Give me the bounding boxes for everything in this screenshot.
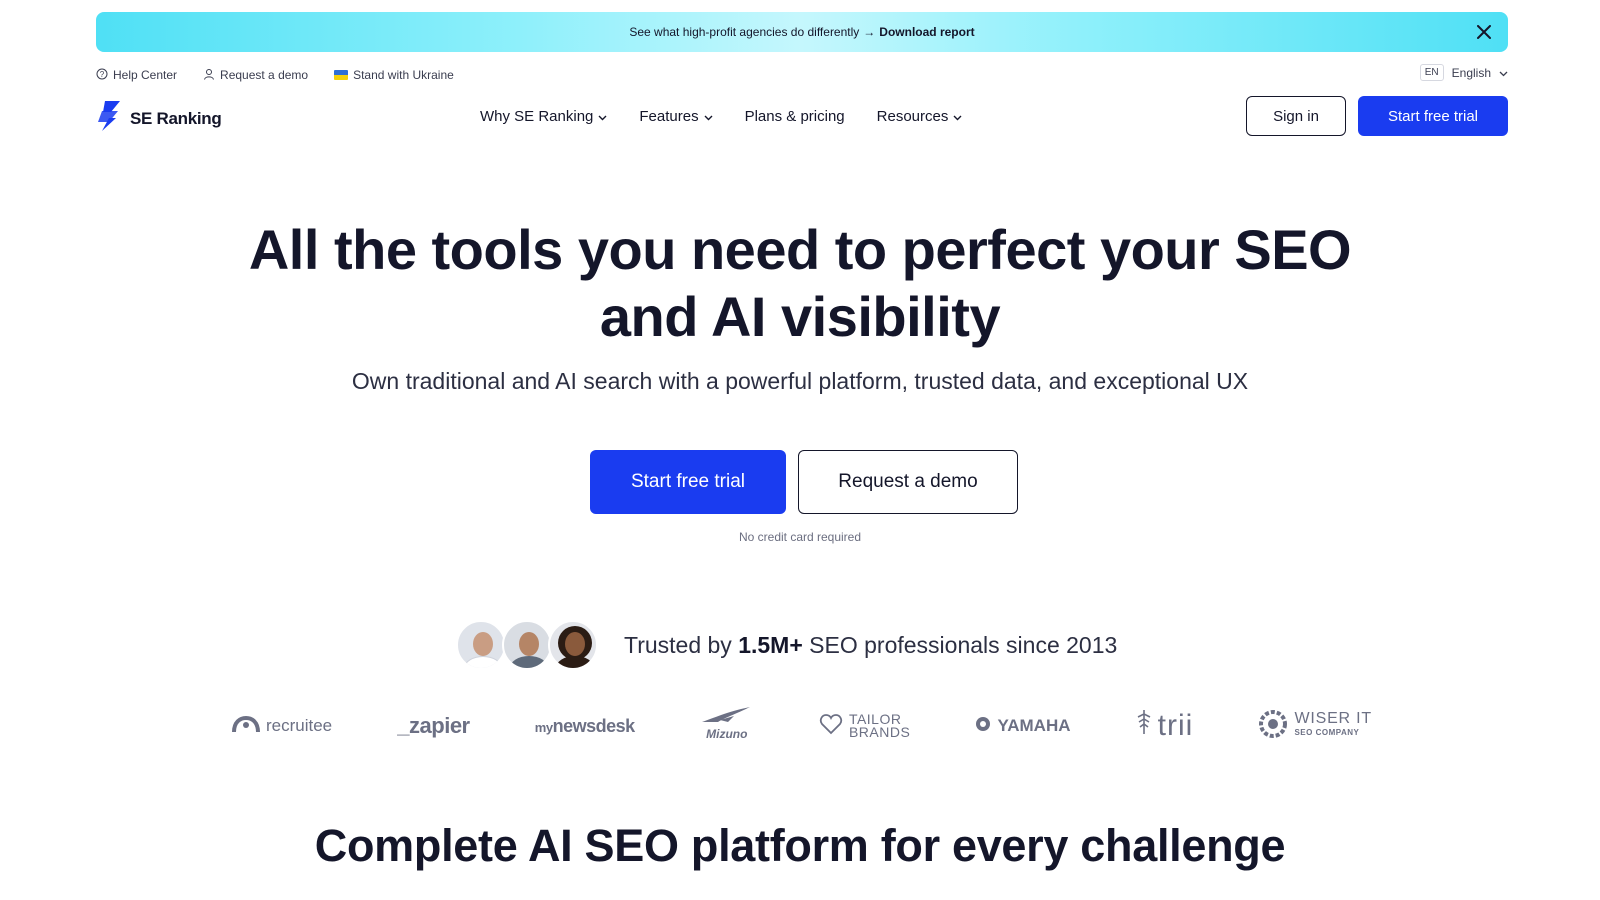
brand-logo[interactable]: SE Ranking <box>96 101 222 136</box>
close-icon[interactable] <box>1474 22 1494 42</box>
start-free-trial-nav-button[interactable]: Start free trial <box>1358 96 1508 136</box>
zapier-logo: _zapier <box>397 706 470 746</box>
arrow-right-icon: → <box>863 25 876 39</box>
help-circle-icon: ? <box>96 68 108 83</box>
trusted-prefix: Trusted by <box>624 631 739 658</box>
tree-icon <box>1136 709 1152 743</box>
mizuno-wordmark: Mizuno <box>706 727 748 741</box>
ukraine-flag-icon <box>334 70 349 80</box>
brand-name: SE Ranking <box>130 108 222 128</box>
language-selector[interactable]: EN English <box>1419 64 1508 81</box>
trii-logo: trii <box>1136 706 1194 746</box>
hero-title: All the tools you need to perfect your S… <box>0 216 1600 350</box>
tailor-heart-icon <box>819 712 843 741</box>
tailor-brands-line-2: BRANDS <box>848 724 911 740</box>
hero-title-line-1: All the tools you need to perfect your S… <box>248 218 1352 281</box>
avatar <box>456 620 506 670</box>
banner-download-link[interactable]: Download report <box>879 25 974 39</box>
nav-item-features[interactable]: Features <box>639 107 713 125</box>
request-demo-label: Request a demo <box>220 68 309 82</box>
nav-item-resources[interactable]: Resources <box>877 108 963 125</box>
chevron-down-icon <box>953 108 962 125</box>
mynewsdesk-logo: mynewsdesk <box>535 706 635 746</box>
yamaha-logo: YAMAHA <box>975 706 1071 746</box>
start-free-trial-hero-button[interactable]: Start free trial <box>590 450 786 514</box>
mizuno-logo: Mizuno <box>700 706 754 746</box>
zapier-wordmark: _zapier <box>397 713 470 738</box>
wiser-gear-icon <box>1258 709 1288 744</box>
tailor-brands-logo: TAILOR BRANDS <box>819 706 910 746</box>
request-demo-link[interactable]: Request a demo <box>203 68 308 83</box>
banner-text: See what high-profit agencies do differe… <box>629 25 860 39</box>
lightning-logo-icon <box>96 101 124 136</box>
recruitee-logo: recruitee <box>232 706 332 746</box>
nav-item-label: Plans & pricing <box>744 107 845 125</box>
stand-with-ukraine-link[interactable]: Stand with Ukraine <box>334 68 454 82</box>
wiser-it-logo: WISER IT SEO COMPANY <box>1258 706 1372 746</box>
trusted-by-text: Trusted by 1.5M+ SEO professionals since… <box>624 632 1117 659</box>
avatar <box>548 620 598 670</box>
mizuno-runbird-icon <box>700 706 754 727</box>
announcement-banner: See what high-profit agencies do differe… <box>96 12 1508 52</box>
nav-menu: Why SE Ranking Features Plans & pricing … <box>480 96 962 136</box>
nav-item-plans-pricing[interactable]: Plans & pricing <box>745 108 845 125</box>
recruitee-mark-icon <box>232 714 260 739</box>
main-nav: SE Ranking Why SE Ranking Features Plans… <box>96 96 1508 136</box>
no-credit-card-note: No credit card required <box>738 530 862 544</box>
request-demo-hero-button[interactable]: Request a demo <box>798 450 1018 514</box>
chevron-down-icon <box>1499 66 1508 80</box>
yamaha-tuning-fork-icon <box>975 716 991 737</box>
chevron-down-icon <box>704 108 713 125</box>
help-center-link[interactable]: ? Help Center <box>96 68 177 83</box>
nav-item-why-se-ranking[interactable]: Why SE Ranking <box>480 108 607 125</box>
banner-link[interactable]: See what high-profit agencies do differe… <box>629 25 974 39</box>
trusted-count: 1.5M+ <box>738 631 803 658</box>
hero-title-line-2: and AI visibility <box>599 285 1001 348</box>
recruitee-wordmark: recruitee <box>266 716 333 735</box>
nav-item-label: Resources <box>876 107 949 125</box>
trusted-by-row: Trusted by 1.5M+ SEO professionals since… <box>456 620 1117 670</box>
avatar <box>502 620 552 670</box>
language-name: English <box>1451 65 1491 80</box>
hero-subtitle: Own traditional and AI search with a pow… <box>351 368 1249 394</box>
mynewsdesk-prefix: my <box>534 719 553 735</box>
nav-item-label: Features <box>639 107 699 125</box>
avatar-group <box>456 620 598 670</box>
language-code: EN <box>1419 64 1444 81</box>
utility-bar: ? Help Center Request a demo Stand with … <box>96 64 1508 86</box>
wiser-it-line-2: SEO COMPANY <box>1294 728 1360 737</box>
chevron-down-icon <box>598 108 607 125</box>
sign-in-button[interactable]: Sign in <box>1246 96 1346 136</box>
stand-with-ukraine-label: Stand with Ukraine <box>353 68 454 82</box>
svg-text:?: ? <box>100 70 105 79</box>
yamaha-wordmark: YAMAHA <box>997 716 1071 735</box>
nav-item-label: Why SE Ranking <box>480 107 594 125</box>
user-icon <box>203 68 215 83</box>
section-title: Complete AI SEO platform for every chall… <box>314 820 1286 871</box>
trusted-suffix: SEO professionals since 2013 <box>802 631 1118 658</box>
trii-wordmark: trii <box>1157 709 1194 742</box>
wiser-it-line-1: WISER IT <box>1294 710 1372 727</box>
help-center-label: Help Center <box>113 68 178 82</box>
mynewsdesk-wordmark: newsdesk <box>552 715 636 736</box>
client-logos: recruitee _zapier mynewsdesk Mizuno TAIL… <box>232 706 1372 746</box>
